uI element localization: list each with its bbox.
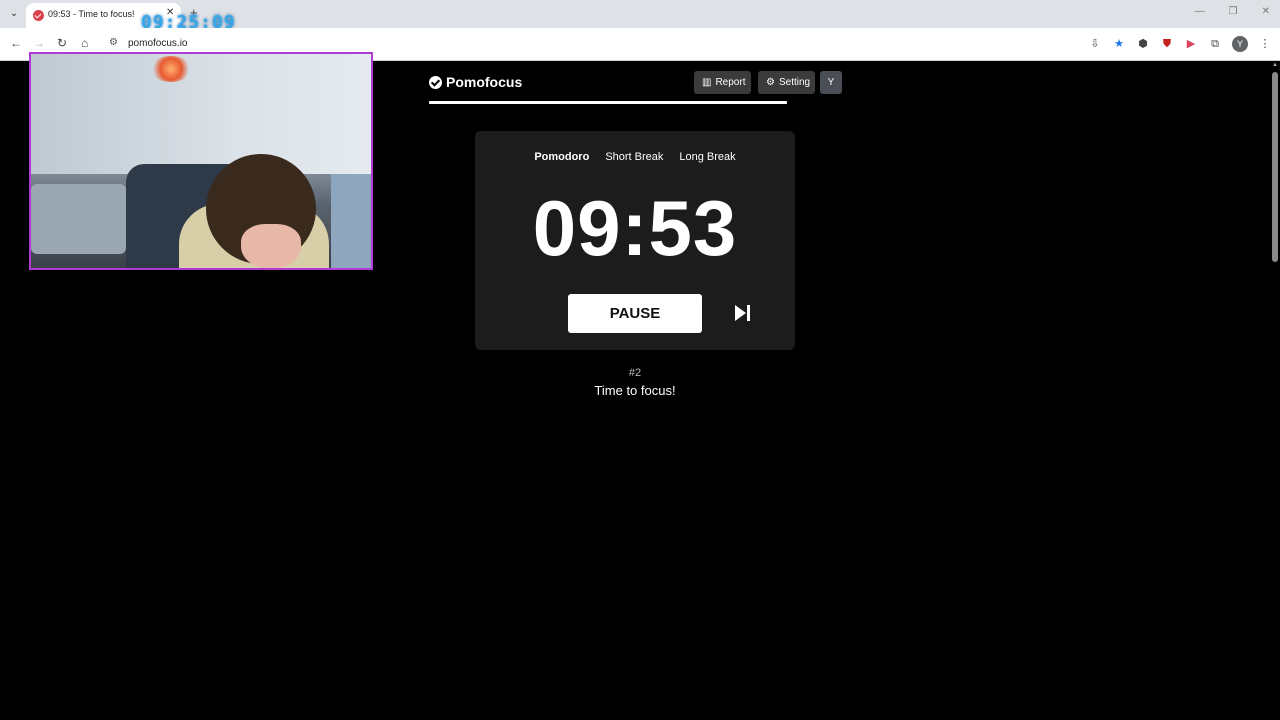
mode-tabs: Pomodoro Short Break Long Break	[475, 149, 795, 165]
bookmark-star-icon[interactable]: ★	[1112, 37, 1126, 51]
scroll-up-icon[interactable]: ▲	[1272, 62, 1278, 68]
site-info-icon[interactable]: ⚙	[109, 37, 118, 48]
pause-button[interactable]: PAUSE	[568, 294, 702, 333]
setting-label: Setting	[778, 77, 811, 88]
brand-name: Pomofocus	[446, 74, 523, 90]
report-button[interactable]: ▥ Report	[694, 71, 751, 94]
extension-hexagon-icon[interactable]: ⬢	[1136, 37, 1150, 51]
address-bar[interactable]: pomofocus.io	[128, 38, 187, 49]
extension-icons: ⇩ ★ ⬢ ⛊ ▶ ⧉ Y ⋮	[1088, 36, 1272, 52]
tab-search-chevron-icon[interactable]: ⌄	[6, 6, 22, 22]
webcam-overlay	[29, 52, 373, 270]
browser-menu-icon[interactable]: ⋮	[1258, 37, 1272, 51]
minimize-icon[interactable]: —	[1195, 6, 1205, 17]
skip-next-icon[interactable]	[735, 304, 751, 322]
scroll-thumb[interactable]	[1272, 72, 1278, 262]
back-arrow-icon[interactable]: ←	[10, 36, 22, 50]
install-app-icon[interactable]: ⇩	[1088, 37, 1102, 51]
page-scrollbar[interactable]: ▲	[1271, 62, 1279, 720]
pomofocus-favicon-icon	[33, 10, 44, 21]
restore-icon[interactable]: ❐	[1229, 6, 1238, 17]
extensions-puzzle-icon[interactable]: ⧉	[1208, 37, 1222, 51]
report-label: Report	[715, 77, 746, 88]
reload-icon[interactable]: ↻	[57, 36, 67, 50]
tab-long-break[interactable]: Long Break	[674, 149, 740, 165]
bar-chart-icon: ▥	[702, 77, 712, 88]
close-window-icon[interactable]: ✕	[1262, 6, 1270, 17]
gear-icon: ⚙	[766, 77, 775, 88]
setting-button[interactable]: ⚙ Setting	[758, 71, 815, 94]
round-message: Time to focus!	[594, 383, 676, 398]
tab-short-break[interactable]: Short Break	[600, 149, 668, 165]
timer-display: 09:53	[532, 184, 738, 272]
record-extension-icon[interactable]: ▶	[1184, 37, 1198, 51]
window-controls: — ❐ ✕	[1195, 6, 1270, 17]
tab-pomodoro[interactable]: Pomodoro	[529, 149, 594, 165]
progress-bar	[429, 101, 787, 104]
user-avatar-button[interactable]: Y	[820, 71, 842, 94]
forward-arrow-icon[interactable]: →	[33, 36, 45, 50]
timer-card: Pomodoro Short Break Long Break 09:53 PA…	[475, 131, 795, 350]
browser-tab-bar: ⌄ 09:53 - Time to focus! ✕ + 09:25:09 — …	[0, 0, 1280, 33]
tab-title: 09:53 - Time to focus!	[48, 9, 135, 19]
shield-extension-icon[interactable]: ⛊	[1160, 37, 1174, 51]
home-icon[interactable]: ⌂	[81, 36, 88, 50]
round-number[interactable]: #2	[475, 367, 795, 379]
check-circle-icon	[429, 75, 442, 89]
brand-logo[interactable]: Pomofocus	[429, 74, 522, 90]
profile-avatar[interactable]: Y	[1232, 36, 1248, 52]
